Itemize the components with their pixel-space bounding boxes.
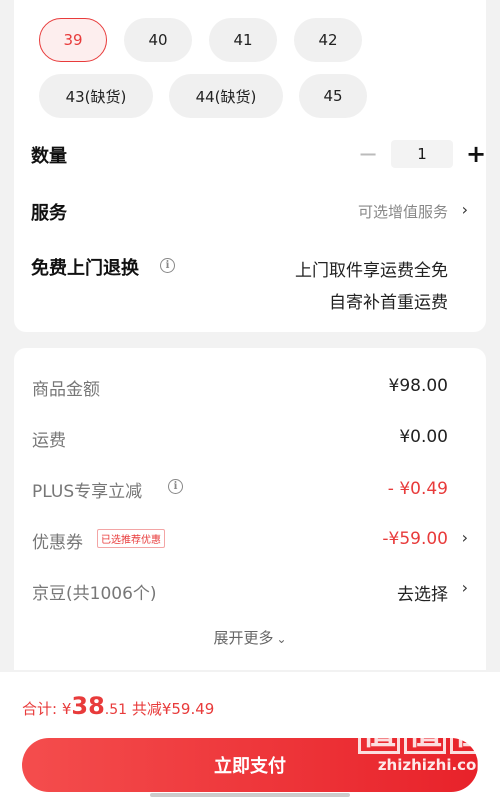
total-discount: 共减¥59.49	[127, 700, 215, 718]
size-chip-43[interactable]: 43(缺货)	[39, 74, 153, 118]
expand-more-label: 展开更多	[213, 629, 274, 647]
expand-more-button[interactable]: 展开更多 ⌄	[14, 627, 486, 648]
jingdou-label: 京豆(共1006个)	[32, 584, 157, 604]
shipping-value: ¥0.00	[399, 427, 448, 447]
size-chip-label: 44(缺货)	[195, 87, 257, 106]
watermark-glyph: 值	[358, 704, 400, 754]
size-chip-label: 45	[323, 87, 343, 105]
info-icon[interactable]: i	[168, 479, 183, 494]
size-chip-39[interactable]: 39	[39, 18, 107, 62]
total-integer: 38	[71, 692, 105, 720]
home-indicator	[150, 793, 350, 797]
quantity-value[interactable]: 1	[391, 140, 453, 168]
size-chip-label: 43(缺货)	[65, 87, 127, 106]
return-service-label: 免费上门退换	[31, 258, 139, 279]
goods-amount-label: 商品金额	[32, 380, 100, 400]
plus-discount-value: - ¥0.49	[387, 479, 448, 499]
chevron-right-icon[interactable]: ›	[462, 528, 468, 547]
size-chip-label: 40	[148, 31, 168, 49]
watermark-glyph: 值	[450, 704, 492, 754]
info-icon[interactable]: i	[160, 258, 175, 273]
product-options-card: 39 40 41 42 43(缺货) 44(缺货) 45 数量 − 1 + 服务…	[14, 0, 486, 332]
size-chip-40[interactable]: 40	[124, 18, 192, 62]
goods-amount-value: ¥98.00	[388, 376, 448, 396]
total-label: 合计: ¥	[22, 700, 72, 718]
chevron-right-icon[interactable]: ›	[462, 200, 468, 219]
chevron-down-icon: ⌄	[276, 632, 287, 646]
coupon-badge: 已选推荐优惠	[97, 529, 165, 548]
service-label: 服务	[31, 203, 67, 224]
size-chip-label: 39	[63, 31, 83, 49]
watermark-glyph: 值	[404, 704, 446, 754]
watermark-logo: 值 值 值 zhizhizhi.com	[352, 704, 492, 774]
service-value[interactable]: 可选增值服务	[358, 201, 448, 222]
total-decimal: .51	[104, 702, 128, 718]
size-chip-41[interactable]: 41	[209, 18, 277, 62]
coupon-label: 优惠券	[32, 533, 83, 553]
coupon-value[interactable]: -¥59.00	[382, 529, 448, 549]
price-summary-card: 商品金额 ¥98.00 运费 ¥0.00 PLUS专享立减 i - ¥0.49 …	[14, 348, 486, 670]
watermark-text: zhizhizhi.com	[377, 756, 492, 774]
plus-discount-label: PLUS专享立减	[32, 482, 143, 502]
size-chip-label: 42	[318, 31, 338, 49]
total-amount: 合计: ¥38.51 共减¥59.49	[22, 692, 214, 720]
size-chip-label: 41	[233, 31, 253, 49]
quantity-label: 数量	[31, 146, 67, 167]
size-chip-45[interactable]: 45	[299, 74, 367, 118]
return-service-line1: 上门取件享运费全免	[295, 261, 448, 281]
chevron-right-icon[interactable]: ›	[462, 578, 468, 597]
size-chip-44[interactable]: 44(缺货)	[169, 74, 283, 118]
jingdou-value[interactable]: 去选择	[397, 580, 448, 605]
plus-button[interactable]: +	[463, 142, 489, 166]
shipping-label: 运费	[32, 431, 66, 451]
size-chip-42[interactable]: 42	[294, 18, 362, 62]
return-service-line2: 自寄补首重运费	[329, 293, 448, 313]
quantity-stepper: − 1 +	[355, 140, 489, 168]
minus-button[interactable]: −	[355, 142, 381, 166]
